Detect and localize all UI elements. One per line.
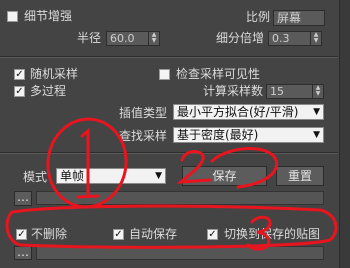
- annotation-overlay: [5, 117, 338, 251]
- annotation-arc-2: [210, 147, 279, 189]
- annotation-number-1: [76, 127, 100, 199]
- annotation-number-2: [176, 150, 212, 184]
- annotation-box-3: [5, 204, 338, 249]
